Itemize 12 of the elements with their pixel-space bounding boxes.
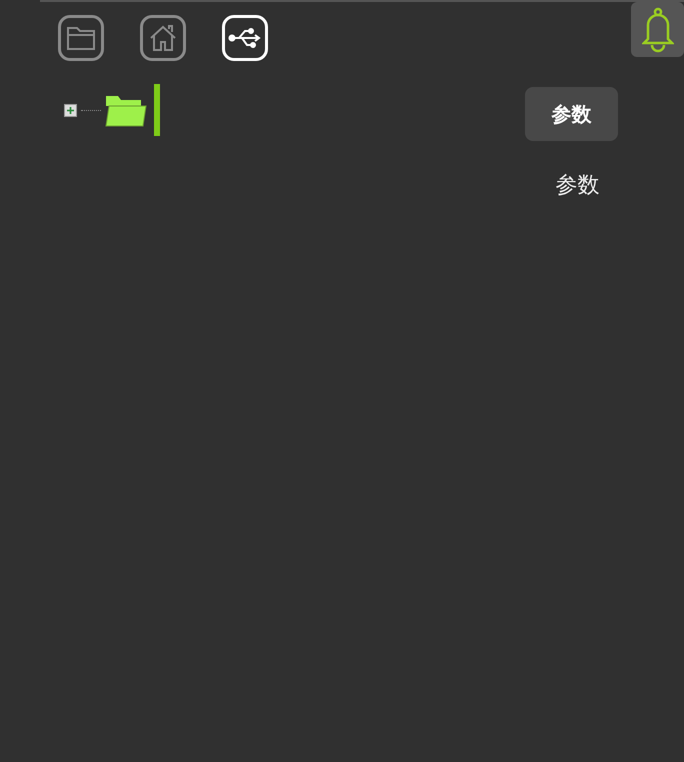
home-button[interactable] [140,15,186,61]
usb-icon [228,27,262,49]
params-button[interactable]: 参数 [525,87,618,141]
expand-toggle[interactable] [64,104,77,116]
home-icon [148,23,178,53]
folder-icon [66,25,96,51]
bell-icon [642,6,674,52]
notification-button[interactable] [631,2,684,57]
params-label: 参数 [556,172,600,200]
folder-button[interactable] [58,15,104,61]
folder-icon[interactable] [105,93,147,127]
usb-button[interactable] [222,15,268,61]
